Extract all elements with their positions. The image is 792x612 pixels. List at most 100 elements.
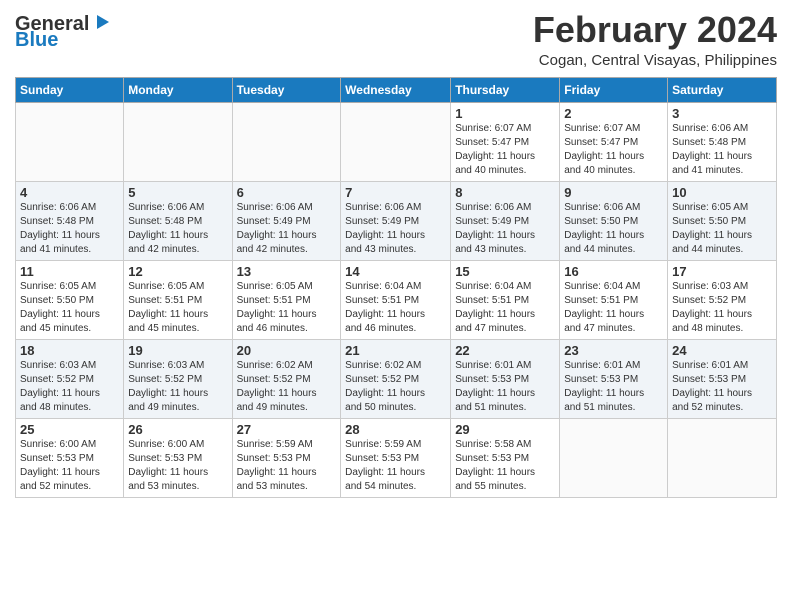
day-info-text: Sunset: 5:49 PM <box>237 215 337 229</box>
day-number: 12 <box>128 264 227 279</box>
logo-blue-text: Blue <box>15 30 58 50</box>
header-friday: Friday <box>560 77 668 102</box>
calendar-cell: 20Sunrise: 6:02 AMSunset: 5:52 PMDayligh… <box>232 339 341 418</box>
header-tuesday: Tuesday <box>232 77 341 102</box>
day-info-text: Sunrise: 5:59 AM <box>345 438 446 452</box>
day-info-text: Daylight: 11 hours <box>237 387 337 401</box>
calendar-cell: 29Sunrise: 5:58 AMSunset: 5:53 PMDayligh… <box>451 418 560 497</box>
day-number: 20 <box>237 343 337 358</box>
day-number: 9 <box>564 185 663 200</box>
day-info-text: Sunrise: 6:06 AM <box>672 122 772 136</box>
day-info-text: Sunrise: 6:05 AM <box>20 280 119 294</box>
day-info-text: Sunset: 5:50 PM <box>672 215 772 229</box>
day-info-text: Daylight: 11 hours <box>345 308 446 322</box>
day-info-text: Sunset: 5:47 PM <box>455 136 555 150</box>
day-info-text: Sunrise: 6:04 AM <box>345 280 446 294</box>
day-info-text: and 46 minutes. <box>345 322 446 336</box>
day-info-text: Sunset: 5:53 PM <box>237 452 337 466</box>
day-number: 29 <box>455 422 555 437</box>
day-info-text: and 45 minutes. <box>20 322 119 336</box>
day-info-text: and 41 minutes. <box>20 243 119 257</box>
calendar-week-row: 18Sunrise: 6:03 AMSunset: 5:52 PMDayligh… <box>16 339 777 418</box>
day-number: 27 <box>237 422 337 437</box>
day-info-text: Sunrise: 6:05 AM <box>237 280 337 294</box>
day-number: 5 <box>128 185 227 200</box>
header-sunday: Sunday <box>16 77 124 102</box>
day-info-text: and 40 minutes. <box>564 164 663 178</box>
day-info-text: Daylight: 11 hours <box>564 308 663 322</box>
day-number: 26 <box>128 422 227 437</box>
calendar-cell: 19Sunrise: 6:03 AMSunset: 5:52 PMDayligh… <box>124 339 232 418</box>
day-info-text: and 52 minutes. <box>672 401 772 415</box>
calendar-cell <box>124 102 232 181</box>
day-info-text: Sunrise: 6:00 AM <box>20 438 119 452</box>
day-info-text: Sunrise: 6:03 AM <box>128 359 227 373</box>
day-info-text: Sunset: 5:48 PM <box>672 136 772 150</box>
calendar-cell: 6Sunrise: 6:06 AMSunset: 5:49 PMDaylight… <box>232 181 341 260</box>
day-info-text: Sunrise: 6:01 AM <box>564 359 663 373</box>
day-number: 3 <box>672 106 772 121</box>
calendar-cell: 26Sunrise: 6:00 AMSunset: 5:53 PMDayligh… <box>124 418 232 497</box>
day-info-text: Sunset: 5:50 PM <box>20 294 119 308</box>
day-info-text: and 48 minutes. <box>672 322 772 336</box>
logo: General Blue <box>15 14 113 50</box>
day-info-text: Sunset: 5:48 PM <box>20 215 119 229</box>
day-number: 23 <box>564 343 663 358</box>
day-info-text: Daylight: 11 hours <box>455 466 555 480</box>
day-info-text: Daylight: 11 hours <box>20 308 119 322</box>
day-info-text: and 53 minutes. <box>128 480 227 494</box>
day-info-text: Daylight: 11 hours <box>345 466 446 480</box>
day-number: 10 <box>672 185 772 200</box>
day-info-text: Daylight: 11 hours <box>564 387 663 401</box>
calendar-week-row: 1Sunrise: 6:07 AMSunset: 5:47 PMDaylight… <box>16 102 777 181</box>
day-info-text: Sunrise: 5:58 AM <box>455 438 555 452</box>
calendar-cell: 5Sunrise: 6:06 AMSunset: 5:48 PMDaylight… <box>124 181 232 260</box>
calendar-cell: 17Sunrise: 6:03 AMSunset: 5:52 PMDayligh… <box>668 260 777 339</box>
day-info-text: Daylight: 11 hours <box>237 229 337 243</box>
day-info-text: Sunset: 5:53 PM <box>20 452 119 466</box>
day-info-text: Daylight: 11 hours <box>672 308 772 322</box>
day-info-text: Sunset: 5:53 PM <box>672 373 772 387</box>
day-info-text: Sunrise: 6:03 AM <box>20 359 119 373</box>
day-info-text: Sunset: 5:52 PM <box>672 294 772 308</box>
day-number: 17 <box>672 264 772 279</box>
day-info-text: Sunrise: 6:01 AM <box>672 359 772 373</box>
day-info-text: Daylight: 11 hours <box>345 229 446 243</box>
calendar-cell <box>232 102 341 181</box>
day-info-text: Daylight: 11 hours <box>455 150 555 164</box>
day-info-text: Daylight: 11 hours <box>345 387 446 401</box>
day-info-text: Sunset: 5:53 PM <box>455 452 555 466</box>
day-info-text: Sunrise: 6:02 AM <box>345 359 446 373</box>
day-info-text: Sunset: 5:53 PM <box>564 373 663 387</box>
calendar-cell: 3Sunrise: 6:06 AMSunset: 5:48 PMDaylight… <box>668 102 777 181</box>
day-info-text: Daylight: 11 hours <box>455 229 555 243</box>
calendar-cell: 8Sunrise: 6:06 AMSunset: 5:49 PMDaylight… <box>451 181 560 260</box>
title-month-year: February 2024 <box>533 10 777 50</box>
day-info-text: Sunrise: 6:02 AM <box>237 359 337 373</box>
day-info-text: Sunrise: 6:06 AM <box>564 201 663 215</box>
calendar-cell: 24Sunrise: 6:01 AMSunset: 5:53 PMDayligh… <box>668 339 777 418</box>
day-info-text: Sunset: 5:51 PM <box>564 294 663 308</box>
day-info-text: and 54 minutes. <box>345 480 446 494</box>
day-info-text: Daylight: 11 hours <box>128 229 227 243</box>
day-info-text: Sunset: 5:53 PM <box>345 452 446 466</box>
day-info-text: Daylight: 11 hours <box>564 150 663 164</box>
day-info-text: and 47 minutes. <box>564 322 663 336</box>
day-info-text: Daylight: 11 hours <box>20 466 119 480</box>
calendar-cell: 2Sunrise: 6:07 AMSunset: 5:47 PMDaylight… <box>560 102 668 181</box>
logo-arrow-icon <box>91 11 113 33</box>
day-number: 6 <box>237 185 337 200</box>
day-info-text: Daylight: 11 hours <box>128 308 227 322</box>
calendar-cell: 7Sunrise: 6:06 AMSunset: 5:49 PMDaylight… <box>341 181 451 260</box>
calendar-header-row: SundayMondayTuesdayWednesdayThursdayFrid… <box>16 77 777 102</box>
header-monday: Monday <box>124 77 232 102</box>
calendar-table: SundayMondayTuesdayWednesdayThursdayFrid… <box>15 77 777 498</box>
day-info-text: Daylight: 11 hours <box>564 229 663 243</box>
day-info-text: and 46 minutes. <box>237 322 337 336</box>
title-block: February 2024 Cogan, Central Visayas, Ph… <box>533 10 777 69</box>
day-info-text: and 52 minutes. <box>20 480 119 494</box>
day-info-text: and 40 minutes. <box>455 164 555 178</box>
calendar-cell <box>560 418 668 497</box>
day-info-text: Sunset: 5:53 PM <box>128 452 227 466</box>
day-info-text: and 45 minutes. <box>128 322 227 336</box>
